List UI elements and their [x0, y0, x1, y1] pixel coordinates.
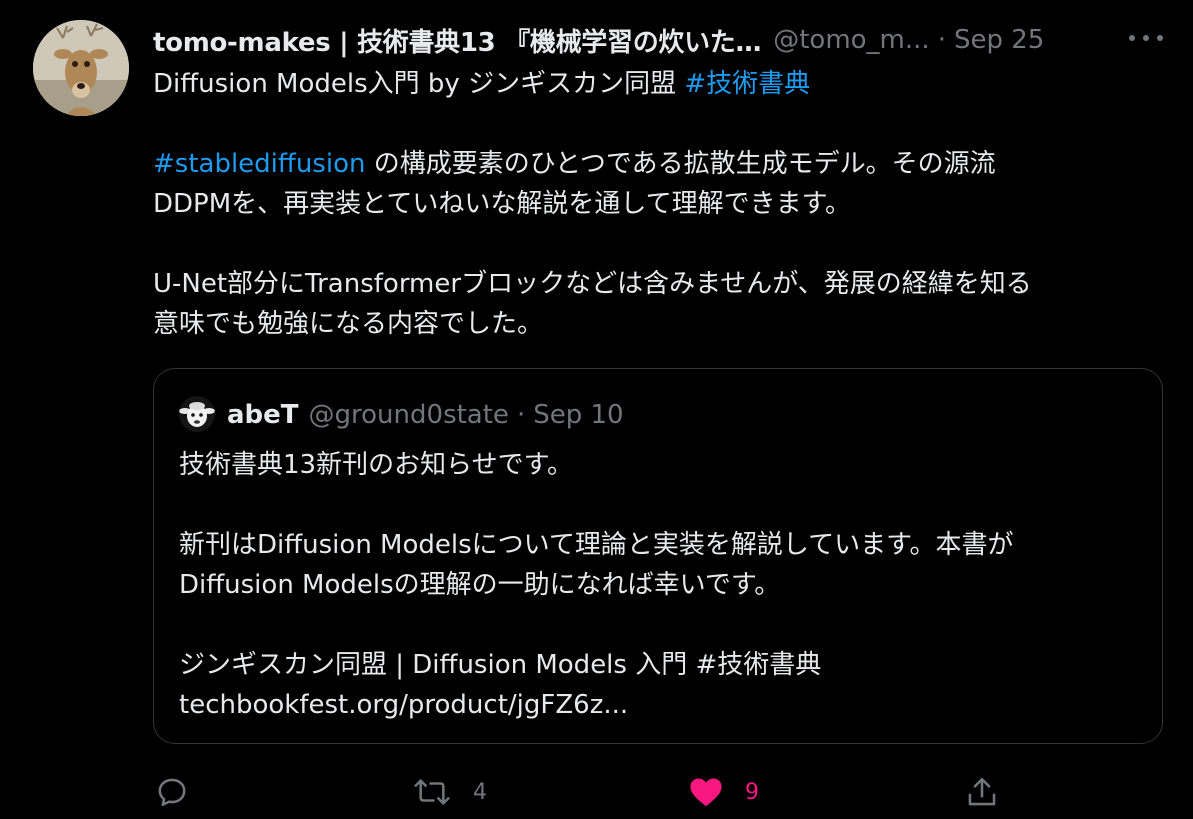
reply-button[interactable]	[155, 772, 189, 812]
tweet-action-bar: 4 9	[153, 772, 1013, 812]
quoted-author-handle[interactable]: @ground0state	[309, 400, 509, 430]
deer-avatar-image	[33, 20, 129, 116]
quoted-author-avatar[interactable]	[179, 396, 215, 432]
quoted-line: Diffusion Modelsの理解の一助になれば幸いです。	[179, 570, 781, 600]
author-avatar[interactable]	[33, 20, 129, 116]
tweet-line: U-Net部分にTransformerブロックなどは含みませんが、発展の経緯を知…	[153, 269, 1032, 299]
author-display-name[interactable]: tomo-makes | 技術書典13 『機械学習の炊いた…	[153, 22, 762, 59]
share-button[interactable]	[965, 772, 999, 812]
hashtag-link[interactable]: #技術書典	[684, 69, 810, 99]
reply-icon	[158, 778, 186, 807]
tweet-header: tomo-makes | 技術書典13 『機械学習の炊いた… @tomo_m..…	[153, 22, 1163, 58]
heart-icon	[690, 778, 722, 807]
share-icon	[968, 777, 996, 806]
tweet-line: 意味でも勉強になる内容でした。	[153, 309, 544, 339]
tweet-line: Diffusion Models入門 by ジンギスカン同盟 #技術書典	[153, 64, 1163, 104]
tweet-text-segment: Diffusion Models入門 by ジンギスカン同盟	[153, 69, 685, 99]
author-handle[interactable]: @tomo_m...	[773, 25, 929, 55]
retweet-icon	[414, 779, 450, 805]
quoted-header-separator: ·	[516, 400, 526, 430]
tweet-date[interactable]: Sep 25	[954, 25, 1044, 55]
sheep-avatar-image	[179, 396, 215, 432]
more-options-icon[interactable]	[1129, 28, 1163, 48]
quoted-author-display-name[interactable]: abeT	[227, 400, 299, 430]
quoted-tweet[interactable]: abeT @ground0state · Sep 10 技術書典13新刊のお知ら…	[153, 368, 1163, 744]
quoted-line: ジンギスカン同盟 | Diffusion Models 入門 #技術書典	[179, 650, 822, 680]
tweet-line: DDPMを、再実装とていねいな解説を通して理解できます。	[153, 189, 851, 219]
tweet-line: #stablediffusion の構成要素のひとつである拡散生成モデル。その源…	[153, 144, 1163, 184]
retweet-count: 4	[473, 779, 487, 805]
quoted-line: 技術書典13新刊のお知らせです。	[179, 450, 573, 480]
header-separator: ·	[937, 25, 946, 55]
quoted-tweet-header: abeT @ground0state · Sep 10	[227, 397, 624, 433]
quoted-line: 新刊はDiffusion Modelsについて理論と実装を解説しています。本書が	[179, 530, 1014, 560]
retweet-button[interactable]: 4	[413, 772, 487, 812]
like-button[interactable]: 9	[689, 772, 759, 812]
quoted-tweet-date[interactable]: Sep 10	[533, 400, 623, 430]
like-count: 9	[745, 779, 759, 805]
quoted-link[interactable]: techbookfest.org/product/jgFZ6z...	[179, 685, 1139, 725]
tweet-text-segment: の構成要素のひとつである拡散生成モデル。その源流	[365, 149, 996, 179]
quoted-tweet-text: 技術書典13新刊のお知らせです。 新刊はDiffusion Modelsについて…	[179, 445, 1139, 725]
hashtag-link[interactable]: #stablediffusion	[153, 149, 365, 179]
tweet-text: Diffusion Models入門 by ジンギスカン同盟 #技術書典 #st…	[153, 64, 1163, 344]
